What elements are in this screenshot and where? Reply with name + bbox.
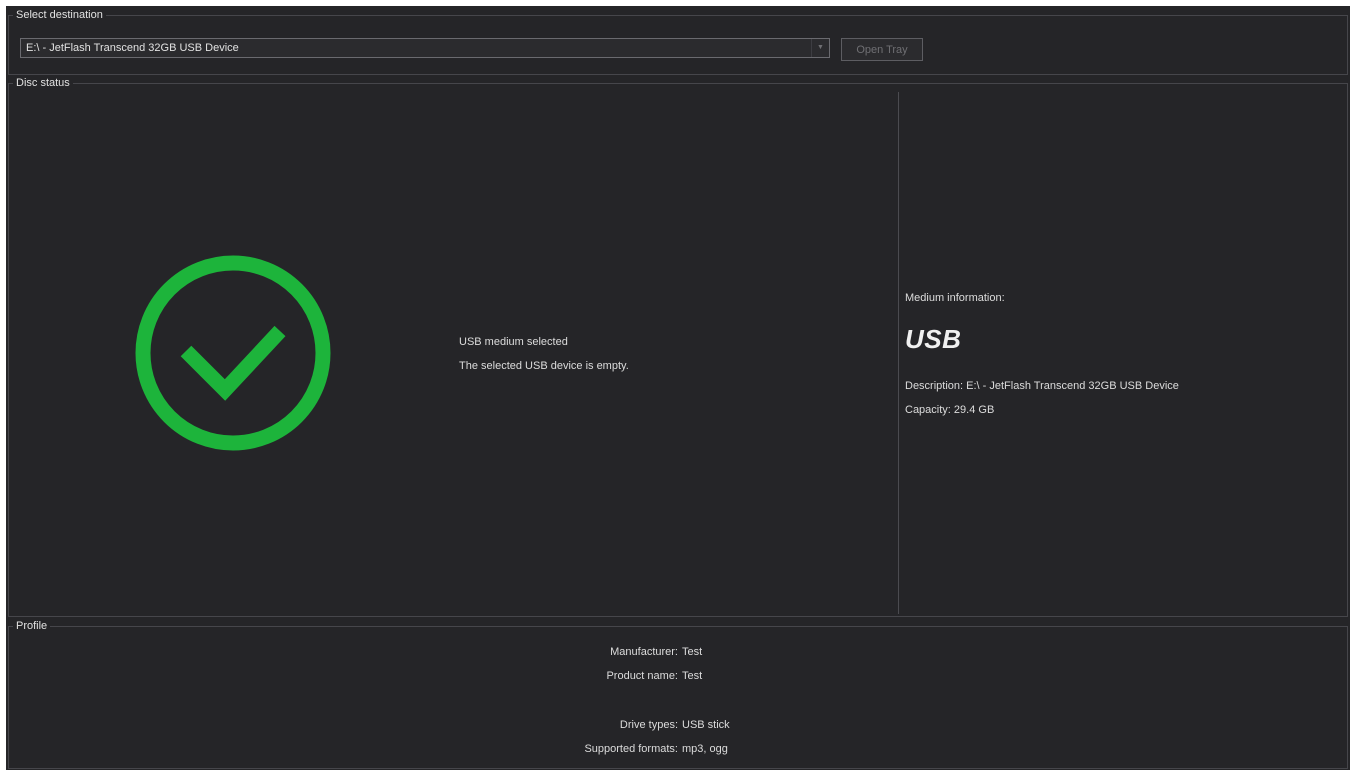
medium-description: Description: E:\ - JetFlash Transcend 32…: [905, 380, 1179, 392]
supported-formats-label: Supported formats:: [584, 743, 678, 755]
capacity-label: Capacity:: [905, 404, 951, 416]
supported-formats-value: mp3, ogg: [682, 743, 728, 755]
medium-capacity: Capacity: 29.4 GB: [905, 404, 994, 416]
description-label: Description:: [905, 380, 964, 392]
burn-destination-panel: Select destination E:\ - JetFlash Transc…: [6, 6, 1350, 770]
description-value: E:\ - JetFlash Transcend 32GB USB Device: [966, 380, 1179, 392]
status-title: USB medium selected: [459, 336, 568, 348]
drive-types-label: Drive types:: [619, 719, 678, 731]
panel-divider: [898, 92, 899, 614]
manufacturer-label: Manufacturer:: [610, 646, 678, 658]
chevron-down-icon[interactable]: ▼: [811, 39, 829, 57]
drive-types-value: USB stick: [682, 719, 730, 731]
profile-group: Profile: [8, 620, 1348, 769]
capacity-value: 29.4 GB: [953, 404, 995, 416]
destination-drive-value: E:\ - JetFlash Transcend 32GB USB Device: [26, 42, 239, 54]
status-description: The selected USB device is empty.: [459, 360, 629, 372]
disc-status-title: Disc status: [16, 77, 70, 89]
product-name-label: Product name:: [606, 670, 678, 682]
open-tray-button[interactable]: Open Tray: [841, 38, 923, 61]
profile-title: Profile: [16, 620, 48, 632]
destination-drive-select[interactable]: E:\ - JetFlash Transcend 32GB USB Device…: [20, 38, 830, 58]
medium-information-label: Medium information:: [905, 292, 1005, 304]
check-circle-icon: [135, 255, 331, 451]
medium-type: USB: [905, 324, 962, 354]
product-name-value: Test: [682, 670, 703, 682]
select-destination-title: Select destination: [16, 9, 103, 21]
manufacturer-value: Test: [682, 646, 703, 658]
